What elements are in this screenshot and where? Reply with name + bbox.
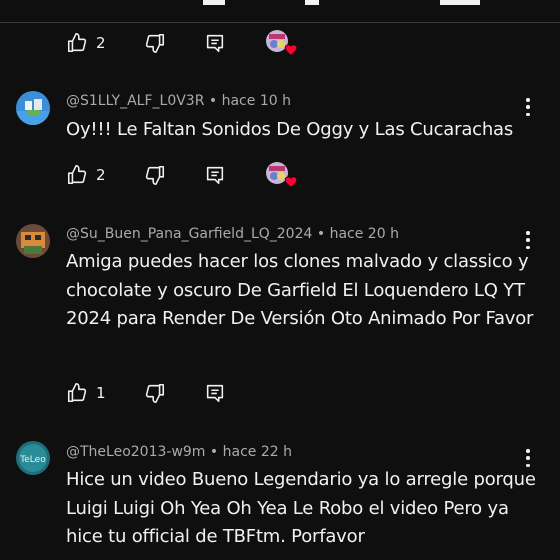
like-icon — [66, 32, 88, 54]
top-bar-text-fragment — [440, 0, 480, 5]
top-bar — [0, 0, 560, 23]
comment-text: Amiga puedes hacer los clones malvado y … — [66, 251, 534, 329]
author-name[interactable]: @Su_Buen_Pana_Garfield_LQ_2024 — [66, 226, 312, 242]
reply-button[interactable] — [204, 164, 226, 186]
meta-separator: • — [316, 226, 326, 242]
avatar[interactable] — [16, 91, 50, 125]
reply-icon — [204, 164, 226, 186]
author-name[interactable]: @S1LLY_ALF_L0V3R — [66, 93, 204, 109]
like-button[interactable] — [66, 382, 88, 404]
meta-separator: • — [209, 444, 219, 460]
more-options-icon — [526, 98, 530, 102]
dislike-button[interactable] — [144, 32, 166, 54]
more-options-icon — [526, 231, 530, 235]
top-bar-text-fragment — [305, 0, 319, 5]
comment-meta: @S1LLY_ALF_L0V3R • hace 10 h — [66, 93, 291, 109]
reply-icon — [204, 32, 226, 54]
creator-heart-icon — [284, 173, 298, 192]
meta-separator: • — [208, 93, 218, 109]
like-button[interactable] — [66, 32, 88, 54]
avatar[interactable] — [16, 224, 50, 258]
dislike-icon — [144, 32, 166, 54]
dislike-icon — [144, 382, 166, 404]
comment-timestamp[interactable]: hace 10 h — [222, 93, 291, 109]
creator-heart — [265, 30, 297, 56]
like-count: 2 — [96, 166, 106, 184]
like-icon — [66, 164, 88, 186]
comment-actions: 2 — [66, 28, 297, 58]
avatar[interactable]: TeLeo — [16, 441, 50, 475]
reply-button[interactable] — [204, 382, 226, 404]
more-options-button[interactable] — [522, 96, 534, 118]
like-icon — [66, 382, 88, 404]
author-name[interactable]: @TheLeo2013-w9m — [66, 444, 205, 460]
dislike-icon — [144, 164, 166, 186]
creator-heart — [265, 162, 297, 188]
like-button[interactable] — [66, 164, 88, 186]
comment-actions: 1 — [66, 378, 226, 408]
creator-heart-icon — [284, 41, 298, 60]
dislike-button[interactable] — [144, 164, 166, 186]
comment-actions: 2 — [66, 160, 297, 190]
reply-icon — [204, 382, 226, 404]
like-count: 1 — [96, 384, 106, 402]
like-count: 2 — [96, 34, 106, 52]
comment-text: Oy!!! Le Faltan Sonidos De Oggy y Las Cu… — [66, 119, 514, 140]
dislike-button[interactable] — [144, 382, 166, 404]
comment-text: Hice un video Bueno Legendario ya lo arr… — [66, 469, 536, 547]
comment-timestamp[interactable]: hace 20 h — [330, 226, 399, 242]
reply-button[interactable] — [204, 32, 226, 54]
comment-meta: @Su_Buen_Pana_Garfield_LQ_2024 • hace 20… — [66, 226, 399, 242]
comment-meta: @TheLeo2013-w9m • hace 22 h — [66, 444, 292, 460]
svg-text:TeLeo: TeLeo — [19, 455, 46, 465]
top-bar-text-fragment — [203, 0, 225, 5]
comment-timestamp[interactable]: hace 22 h — [223, 444, 292, 460]
more-options-icon — [526, 449, 530, 453]
